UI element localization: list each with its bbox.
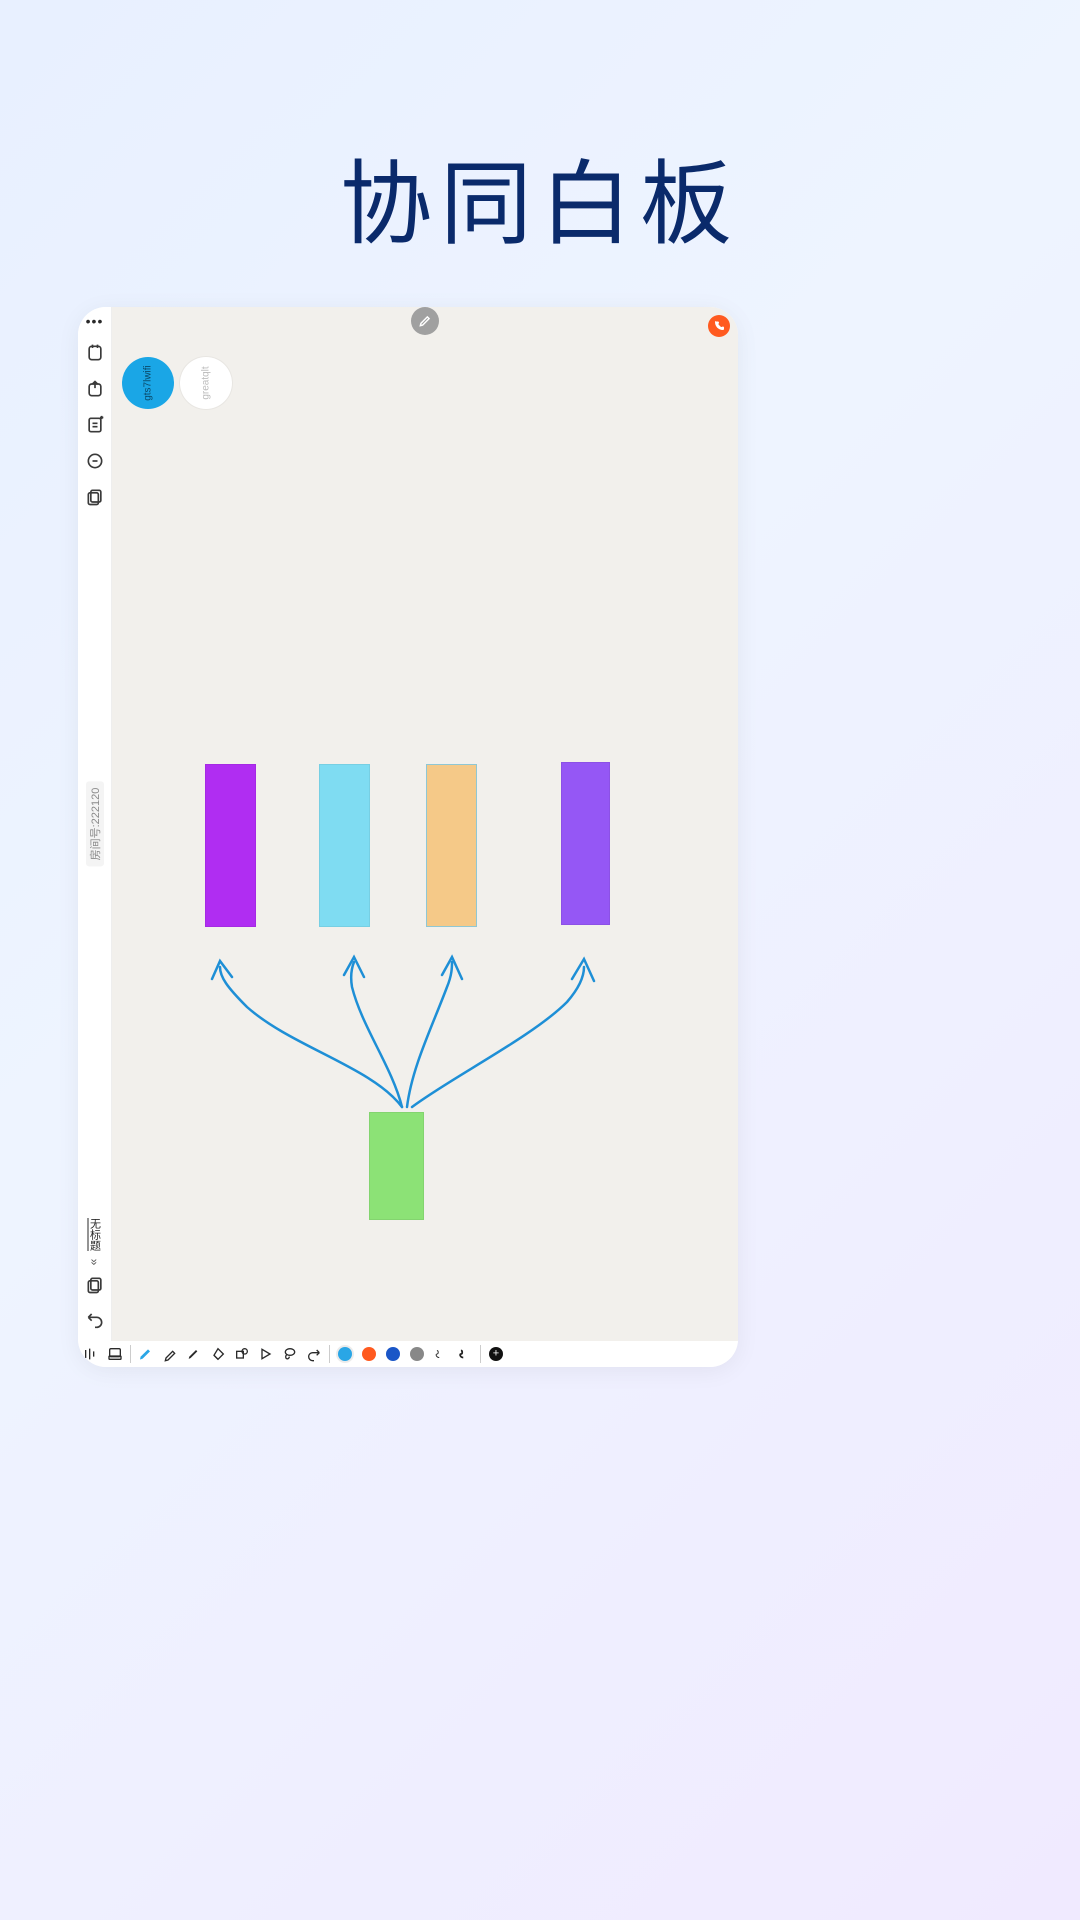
color-swatch[interactable] (334, 1343, 356, 1365)
pen-tool-icon[interactable] (135, 1343, 157, 1365)
avatar[interactable]: greatqlt (180, 357, 232, 409)
room-number: 222120 (90, 788, 102, 825)
rect-tool-icon[interactable] (104, 1343, 126, 1365)
canvas[interactable]: gts7lwifi greatqlt (112, 307, 738, 1341)
avatar-name: greatqlt (201, 366, 212, 399)
participants: gts7lwifi greatqlt (122, 357, 232, 409)
stroke-style-wavy-icon[interactable] (430, 1343, 452, 1365)
call-icon[interactable] (708, 315, 730, 337)
marker-tool-icon[interactable] (183, 1343, 205, 1365)
note-icon[interactable] (81, 339, 109, 367)
color-swatch[interactable] (358, 1343, 380, 1365)
room-label: 房间号:222120 (86, 782, 104, 867)
shape-rect[interactable] (319, 764, 370, 927)
stroke-style-wavy-bold-icon[interactable] (454, 1343, 476, 1365)
color-swatch[interactable] (382, 1343, 404, 1365)
undo-icon[interactable] (81, 1305, 109, 1333)
shape-rect[interactable] (561, 762, 610, 925)
align-icon[interactable] (80, 1343, 102, 1365)
more-icon[interactable]: ••• (78, 313, 111, 329)
eraser-tool-icon[interactable] (207, 1343, 229, 1365)
export-icon[interactable] (81, 375, 109, 403)
bottom-toolbar: + (78, 1341, 738, 1367)
app-window: ••• 房间号:222120 无标题 » (78, 307, 738, 1367)
separator (329, 1345, 330, 1363)
pen-indicator-icon[interactable] (411, 307, 439, 335)
play-tool-icon[interactable] (255, 1343, 277, 1365)
highlighter-tool-icon[interactable] (159, 1343, 181, 1365)
redo-icon[interactable] (303, 1343, 325, 1365)
shape-rect[interactable] (369, 1112, 424, 1220)
stroke-width-thin[interactable] (406, 1343, 428, 1365)
chevron-collapse-icon[interactable]: » (88, 1259, 102, 1262)
left-rail: ••• 房间号:222120 无标题 » (78, 307, 112, 1341)
shape-rect[interactable] (205, 764, 256, 927)
lasso-tool-icon[interactable] (279, 1343, 301, 1365)
doc-title[interactable]: 无标题 (87, 1218, 103, 1251)
pages-icon-2[interactable] (81, 1271, 109, 1299)
shape-rect[interactable] (426, 764, 477, 927)
avatar-name: gts7lwifi (143, 365, 154, 401)
separator (130, 1345, 131, 1363)
room-label-prefix: 房间号: (90, 824, 102, 860)
hero-title: 协同白板 (0, 130, 1080, 263)
avatar[interactable]: gts7lwifi (122, 357, 174, 409)
sync-icon[interactable] (81, 447, 109, 475)
separator (480, 1345, 481, 1363)
add-page-icon[interactable] (81, 411, 109, 439)
pages-icon[interactable] (81, 483, 109, 511)
shapes-tool-icon[interactable] (231, 1343, 253, 1365)
add-tool-icon[interactable]: + (485, 1343, 507, 1365)
